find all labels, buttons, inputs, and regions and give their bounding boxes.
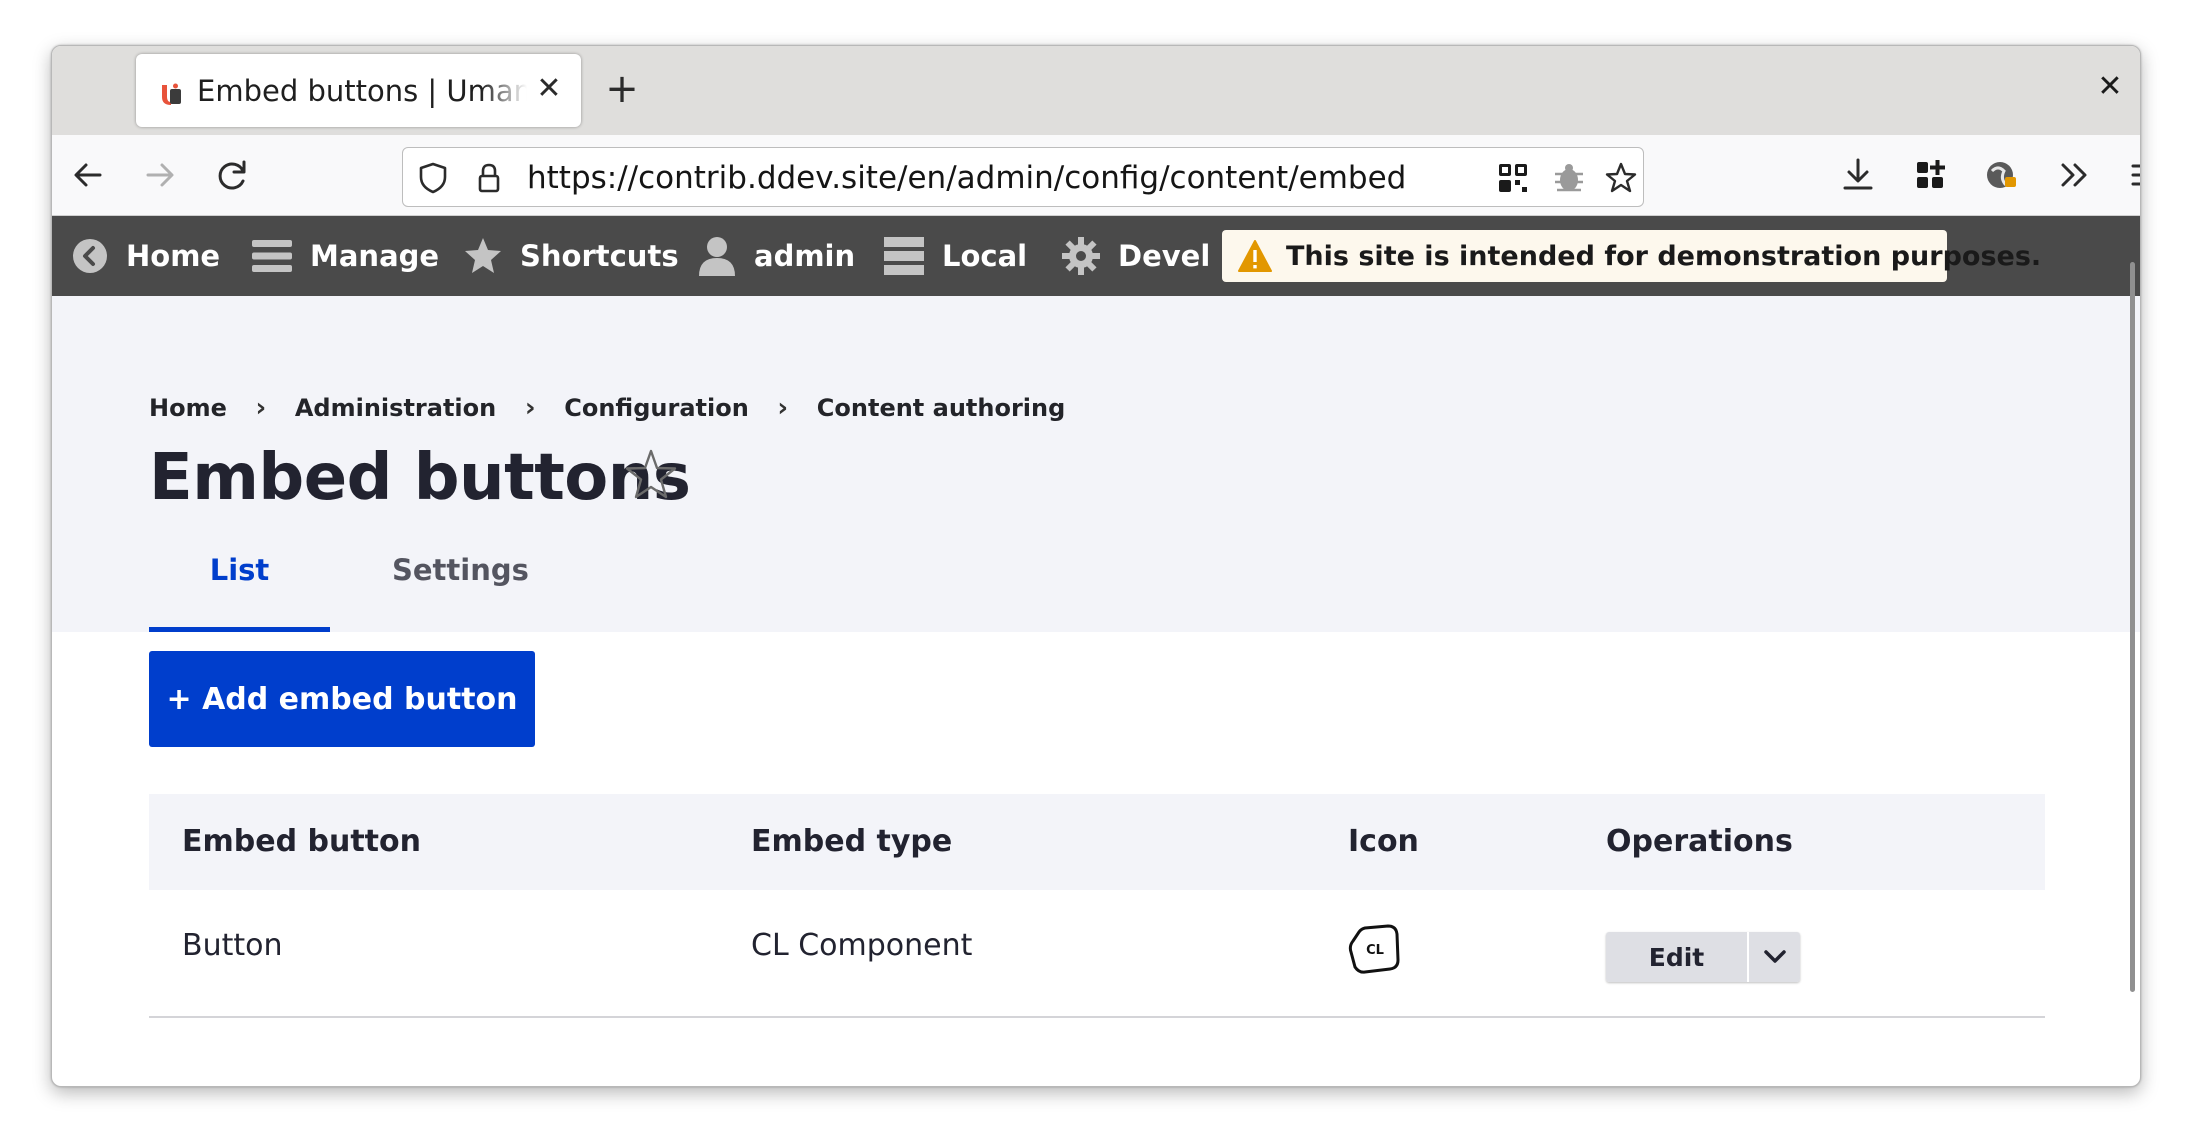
toolbar-home-label: Home [126,239,221,273]
page-scrollbar[interactable] [2127,216,2137,996]
toolbar-home[interactable]: Home [72,216,220,296]
page-title: Embed buttons [149,441,691,515]
warning-icon [1238,240,1272,272]
bug-icon[interactable] [1551,160,1587,196]
extensions-grid-icon[interactable] [1906,151,1954,199]
forward-arrow-icon[interactable] [136,151,184,199]
toolbar-devel[interactable]: Devel [1062,216,1210,296]
navigation-bar: https://contrib.ddev.site/en/admin/confi… [52,135,2140,216]
embed-buttons-table: Embed button Embed type Icon Operations … [149,794,2045,1018]
breadcrumb-administration[interactable]: Administration [295,394,496,422]
add-embed-button[interactable]: + Add embed button [149,651,535,747]
qr-code-icon[interactable] [1495,160,1531,196]
cell-embed-button: Button [182,928,283,963]
hamburger-icon [252,240,292,272]
download-icon[interactable] [1834,151,1882,199]
demo-warning-banner: This site is intended for demonstration … [1222,230,2041,282]
umami-favicon-icon [162,83,181,105]
cell-embed-type: CL Component [751,928,973,963]
tab-strip: Embed buttons | Umami Food Magazine ✕ + … [52,46,2140,135]
cl-icon-text: CL [1366,943,1384,958]
menu-icon[interactable] [2122,151,2141,199]
toolbar-devel-label: Devel [1118,239,1211,273]
column-header-embed-type: Embed type [751,824,953,859]
chevron-down-icon [1763,950,1786,963]
column-header-operations: Operations [1606,824,1793,859]
column-header-embed-button: Embed button [182,824,421,859]
toolbar-local[interactable]: Local [884,216,1027,296]
server-icon [884,237,924,275]
table-header: Embed button Embed type Icon Operations [149,794,2045,890]
browser-window: Embed buttons | Umami Food Magazine ✕ + … [51,45,2141,1087]
toolbar-manage[interactable]: Manage [252,216,439,296]
lock-icon[interactable] [471,160,507,196]
breadcrumb-home[interactable]: Home [149,394,227,422]
edit-button[interactable]: Edit [1606,932,1747,982]
new-tab-button[interactable]: + [600,67,644,111]
back-arrow-icon[interactable] [64,151,112,199]
reload-icon[interactable] [208,151,256,199]
browser-tab[interactable]: Embed buttons | Umami Food Magazine ✕ [136,54,581,127]
tab-list[interactable]: List [149,544,330,632]
toolbar-user[interactable]: admin [698,216,855,296]
operations-toggle[interactable] [1749,932,1800,982]
operations-dropbutton: Edit [1606,932,1800,982]
cl-component-icon: CL [1348,924,1400,974]
toolbar-local-label: Local [942,239,1028,273]
profile-globe-icon[interactable] [1978,151,2026,199]
tab-title: Embed buttons | Umami Food Magazine [197,74,527,108]
breadcrumb-separator: › [777,393,789,423]
admin-toolbar: Home Manage Shortcuts admin Local Devel … [52,216,2140,296]
tab-settings[interactable]: Settings [392,544,529,596]
breadcrumb-content-authoring[interactable]: Content authoring [817,394,1066,422]
gear-icon [1062,237,1100,275]
breadcrumb: Home › Administration › Configuration › … [149,390,1065,426]
toolbar-shortcuts[interactable]: Shortcuts [464,216,679,296]
overflow-chevrons-icon[interactable] [2050,151,2098,199]
demo-banner-text: This site is intended for demonstration … [1286,240,2042,272]
scrollbar-thumb[interactable] [2130,262,2135,992]
favorite-star-icon[interactable] [622,446,680,504]
page-header: Home › Administration › Configuration › … [52,296,2140,632]
url-text[interactable]: https://contrib.ddev.site/en/admin/confi… [527,158,1406,198]
close-window-icon[interactable]: ✕ [2092,69,2128,105]
table-row: Button CL Component CL Edit [149,890,2045,1018]
active-tab-indicator [149,627,330,632]
toolbar-shortcuts-label: Shortcuts [520,239,679,273]
toolbar-user-label: admin [754,239,856,273]
tab-list-label: List [209,553,270,587]
back-circle-icon [73,239,107,273]
breadcrumb-separator: › [255,393,267,423]
column-header-icon: Icon [1348,824,1419,859]
breadcrumb-separator: › [524,393,536,423]
close-tab-icon[interactable]: ✕ [534,74,564,104]
url-bar[interactable]: https://contrib.ddev.site/en/admin/confi… [402,147,1644,207]
breadcrumb-configuration[interactable]: Configuration [564,394,749,422]
bookmark-star-icon[interactable] [1603,160,1639,196]
user-icon [699,237,735,276]
toolbar-manage-label: Manage [310,239,440,273]
star-icon [465,238,501,273]
shield-icon[interactable] [415,160,451,196]
